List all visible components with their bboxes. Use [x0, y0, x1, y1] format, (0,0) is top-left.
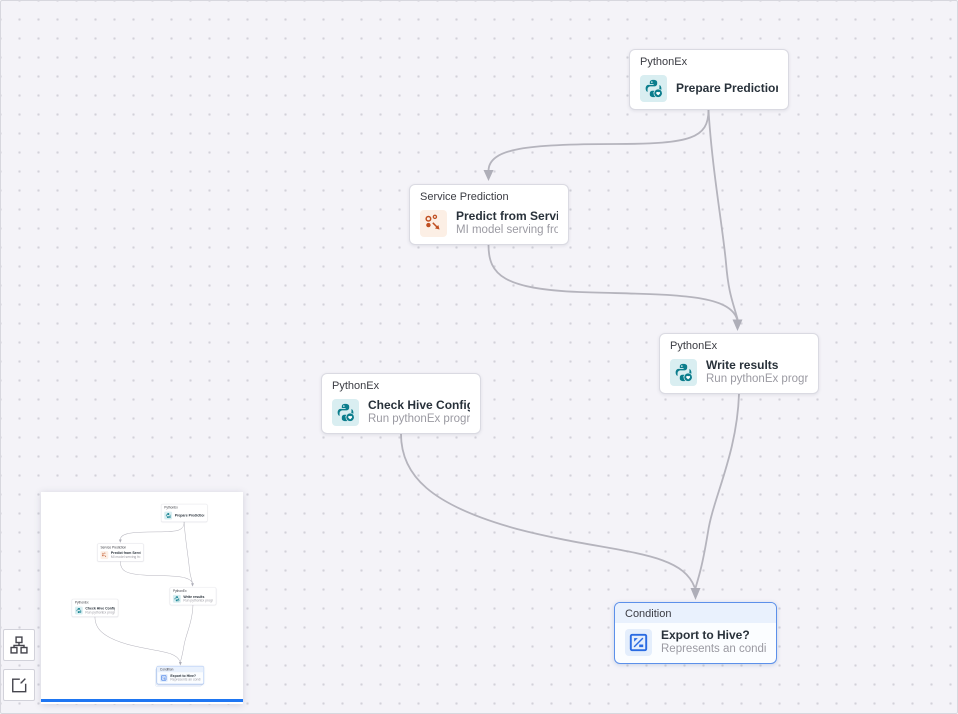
node-title: Service Prediction [410, 185, 568, 204]
node-title: PythonEx [630, 50, 788, 69]
node-write-results[interactable]: PythonEx Write results Run pythonEx prog… [659, 333, 819, 394]
node-label: Write results [706, 358, 808, 372]
arrowhead [733, 320, 743, 332]
node-subtitle: MI model serving from s... [456, 224, 558, 237]
node-subtitle: Run pythonEx program [368, 413, 470, 426]
minimap-world: PythonEx Prepare Prediction Data [41, 492, 243, 699]
condition-icon [625, 629, 652, 656]
minimap[interactable]: PythonEx Prepare Prediction Data [41, 492, 243, 704]
node-label: Export to Hive? [661, 628, 766, 642]
python-operator-icon [640, 75, 667, 102]
edge-predict-to-write [489, 245, 738, 319]
edit-diagram-button[interactable] [3, 669, 35, 701]
node-condition-export-to-hive[interactable]: Condition Export to Hive? Represents an … [614, 602, 777, 664]
arrowhead [484, 170, 494, 181]
python-operator-icon [670, 359, 697, 386]
arrowhead [691, 588, 701, 600]
minimap-viewport-indicator[interactable] [41, 699, 243, 702]
edge-check-to-condition [401, 434, 695, 587]
node-title: PythonEx [660, 334, 818, 353]
edit-diagram-icon [9, 675, 29, 695]
ml-service-icon [420, 210, 447, 237]
node-title: PythonEx [322, 374, 480, 393]
node-label: Prepare Prediction Data [676, 81, 778, 95]
org-chart-icon [9, 635, 29, 655]
edge-prepare-to-predict [489, 110, 709, 171]
node-label: Predict from Service [456, 209, 558, 223]
org-chart-button[interactable] [3, 629, 35, 661]
python-operator-icon [332, 399, 359, 426]
graph-world: PythonEx Prepare Prediction Data [41, 492, 243, 701]
edge-prepare-to-write [709, 110, 738, 319]
node-check-hive-config[interactable]: PythonEx Check Hive Config Run pythonEx … [321, 373, 481, 434]
node-subtitle: Run pythonEx program [706, 373, 808, 386]
graph-canvas[interactable]: PythonEx Prepare Prediction Data [0, 0, 958, 714]
node-subtitle: Represents an condition... [661, 643, 766, 656]
node-predict-from-service[interactable]: Service Prediction Predict from Servi [409, 184, 569, 245]
node-label: Check Hive Config [368, 398, 470, 412]
edge-write-to-condition [696, 394, 740, 588]
node-title: Condition [615, 603, 776, 623]
node-prepare-prediction-data[interactable]: PythonEx Prepare Prediction Data [629, 49, 789, 110]
